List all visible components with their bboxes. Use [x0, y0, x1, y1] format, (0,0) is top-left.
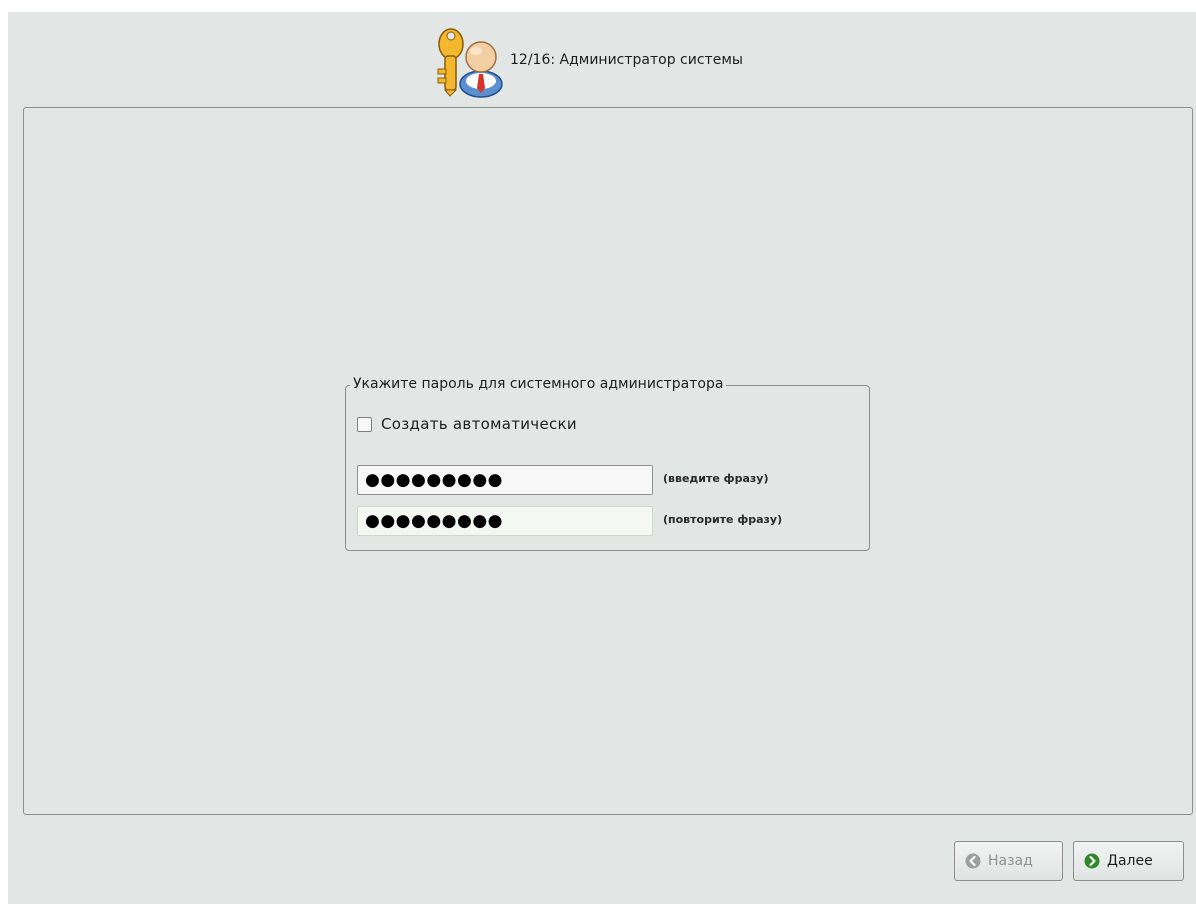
- auto-generate-checkbox[interactable]: [357, 416, 372, 432]
- arrow-left-icon: [965, 853, 981, 869]
- group-legend: Укажите пароль для системного администра…: [350, 376, 727, 392]
- main-panel: Укажите пароль для системного администра…: [23, 107, 1193, 815]
- next-button[interactable]: Далее: [1073, 841, 1184, 881]
- password-confirm-hint: (повторите фразу): [663, 513, 783, 526]
- password-input[interactable]: ●●●●●●●●●: [357, 465, 653, 495]
- back-button[interactable]: Назад: [954, 841, 1063, 881]
- back-button-label: Назад: [988, 853, 1033, 869]
- password-confirm-input[interactable]: ●●●●●●●●●: [357, 506, 653, 536]
- step-title: 12/16: Администратор системы: [510, 52, 743, 68]
- key-user-icon: [437, 28, 503, 98]
- next-button-label: Далее: [1107, 853, 1153, 869]
- arrow-right-icon: [1084, 853, 1100, 869]
- password-group: Укажите пароль для системного администра…: [345, 376, 870, 551]
- auto-generate-option[interactable]: Создать автоматически: [357, 414, 577, 434]
- password-hint: (введите фразу): [663, 472, 769, 485]
- step-header: 12/16: Администратор системы: [8, 12, 1196, 107]
- installer-window: 12/16: Администратор системы Укажите пар…: [8, 12, 1196, 904]
- auto-generate-label: Создать автоматически: [381, 415, 577, 433]
